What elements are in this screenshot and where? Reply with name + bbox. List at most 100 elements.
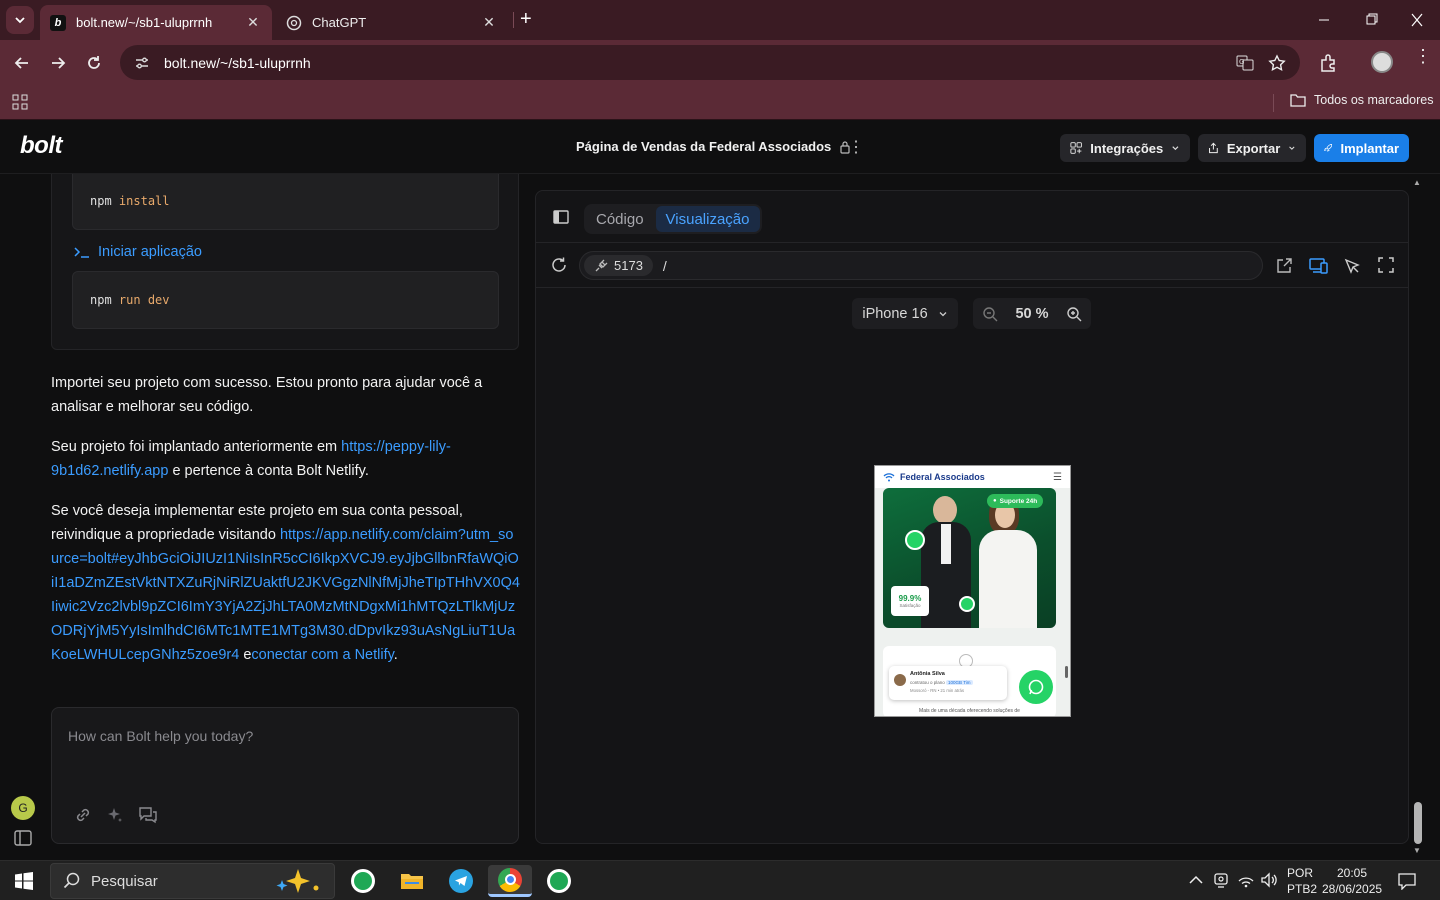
zoom-control: 50 %	[973, 298, 1091, 329]
bookmarks-divider	[1273, 94, 1274, 112]
start-app-label[interactable]: Iniciar aplicação	[74, 244, 202, 260]
bolt-header: bolt Página de Vendas da Federal Associa…	[0, 121, 1440, 174]
project-title[interactable]: Página de Vendas da Federal Associados	[576, 139, 851, 154]
all-bookmarks-button[interactable]: Todos os marcadores	[1290, 93, 1434, 107]
sidebar-toggle-icon[interactable]	[14, 830, 32, 846]
device-mode-icon[interactable]	[1309, 257, 1329, 275]
mini-testimonial-section: Antônia Silva contratou o plano 100GB Ti…	[883, 646, 1056, 716]
integrations-button[interactable]: Integrações	[1060, 134, 1190, 162]
tray-camera-icon[interactable]	[1213, 872, 1229, 890]
reload-icon[interactable]	[84, 53, 104, 73]
terminal-icon	[74, 247, 89, 258]
notifications-icon[interactable]	[1397, 872, 1417, 890]
device-select[interactable]: iPhone 16	[852, 298, 958, 329]
zoom-out-icon[interactable]	[982, 306, 998, 322]
page-scrollbar[interactable]: ▲ ▼	[1410, 174, 1426, 860]
taskbar-file-explorer-icon[interactable]	[390, 865, 434, 897]
chevron-down-icon	[1172, 146, 1179, 151]
assistant-message-2: Seu projeto foi implantado anteriormente…	[51, 439, 451, 479]
claim-link[interactable]: https://app.netlify.com/claim?utm_source…	[51, 527, 520, 663]
tray-wifi-icon[interactable]	[1237, 872, 1255, 888]
forward-icon[interactable]	[48, 53, 68, 73]
mini-header: Federal Associados ☰	[875, 466, 1070, 488]
preview-urlbar-row: 5173 /	[536, 243, 1408, 288]
tray-chevron-up-icon[interactable]	[1188, 873, 1204, 887]
browser-tab-chatgpt[interactable]: ChatGPT ✕	[276, 5, 508, 40]
whatsapp-icon	[959, 596, 975, 612]
chatgpt-favicon	[286, 15, 302, 31]
windows-taskbar: Pesquisar POR PTB2 20:05 28/06/2025	[0, 860, 1440, 900]
preview-url-input[interactable]: 5173 /	[579, 251, 1263, 280]
mini-brand: Federal Associados	[900, 472, 985, 482]
address-bar[interactable]: bolt.new/~/sb1-uluprrnh G	[120, 45, 1300, 80]
tab-code[interactable]: Código	[586, 206, 654, 232]
wifi-icon	[883, 473, 895, 482]
stat-card: 99.9% Satisfação	[891, 586, 929, 616]
taskbar-telegram-icon[interactable]	[439, 865, 483, 897]
maximize-button[interactable]	[1359, 10, 1383, 30]
browser-tab-bolt[interactable]: b bolt.new/~/sb1-uluprrnh ✕	[40, 5, 272, 40]
assistant-message-1: Importei seu projeto com sucesso. Estou …	[51, 375, 483, 415]
close-tab-icon[interactable]: ✕	[480, 14, 498, 32]
tab-search-button[interactable]	[6, 6, 34, 34]
tab-title: bolt.new/~/sb1-uluprrnh	[76, 15, 213, 30]
open-new-window-icon[interactable]	[1275, 257, 1293, 275]
preview-reload-icon[interactable]	[550, 256, 568, 274]
view-tabs: Código Visualização	[584, 204, 762, 234]
deploy-button[interactable]: Implantar	[1314, 134, 1409, 162]
fullscreen-icon[interactable]	[1378, 257, 1394, 273]
user-avatar[interactable]: G	[11, 796, 35, 820]
preview-panel: Código Visualização 5173 / iPhone 16 50 …	[535, 190, 1409, 844]
close-window-button[interactable]	[1405, 10, 1429, 30]
connect-netlify-link[interactable]: conectar com a Netlify	[251, 647, 393, 663]
windows-start-icon[interactable]	[14, 872, 34, 890]
minimize-button[interactable]	[1312, 10, 1336, 30]
prompt-input[interactable]: How can Bolt help you today?	[68, 728, 498, 744]
integrations-icon	[1070, 142, 1082, 154]
extensions-icon[interactable]	[1318, 53, 1338, 73]
zoom-in-icon[interactable]	[1066, 306, 1082, 322]
new-tab-icon[interactable]: +	[520, 8, 532, 31]
chevron-down-icon	[15, 17, 25, 24]
url-text[interactable]: bolt.new/~/sb1-uluprrnh	[164, 55, 311, 71]
tab-title: ChatGPT	[312, 15, 367, 30]
apps-grid-icon[interactable]	[12, 94, 28, 110]
export-button[interactable]: Exportar	[1198, 134, 1306, 162]
preview-path[interactable]: /	[663, 258, 667, 274]
inspector-icon[interactable]	[1343, 257, 1361, 275]
taskbar-search[interactable]: Pesquisar	[50, 863, 335, 899]
mini-scrollbar	[1065, 666, 1068, 678]
taskbar-chrome-icon[interactable]	[488, 865, 532, 897]
chat-panel: npm install Iniciar aplicação npm run de…	[0, 174, 535, 860]
project-menu-icon[interactable]: ⋮	[848, 137, 864, 157]
discuss-icon[interactable]	[138, 806, 158, 824]
browser-toolbar: bolt.new/~/sb1-uluprrnh G ⋮	[0, 40, 1440, 86]
command-block-install: npm install	[72, 174, 499, 230]
close-tab-icon[interactable]: ✕	[244, 14, 262, 32]
svg-text:G: G	[1239, 58, 1244, 66]
bookmark-star-icon[interactable]	[1268, 53, 1286, 72]
site-info-icon[interactable]	[134, 55, 150, 71]
input-language[interactable]: POR PTB2	[1287, 865, 1317, 897]
back-icon[interactable]	[12, 53, 32, 73]
translate-icon[interactable]: G	[1236, 54, 1254, 72]
port-chip[interactable]: 5173	[584, 255, 653, 276]
taskbar-whatsapp-icon[interactable]	[341, 865, 385, 897]
bolt-logo[interactable]: bolt	[20, 132, 62, 160]
copilot-sparkle-icon	[276, 869, 319, 893]
profile-avatar[interactable]	[1371, 51, 1393, 73]
chevron-down-icon	[1289, 146, 1295, 150]
plug-icon	[595, 259, 608, 271]
menu-kebab-icon[interactable]: ⋮	[1414, 47, 1432, 65]
tab-divider	[513, 12, 514, 28]
tab-preview[interactable]: Visualização	[655, 206, 760, 232]
command-block-run: npm run dev	[72, 271, 499, 329]
panel-toggle-icon[interactable]	[553, 210, 569, 224]
taskbar-whatsapp-icon-2[interactable]	[537, 865, 581, 897]
mini-menu-icon: ☰	[1053, 471, 1062, 483]
enhance-prompt-icon[interactable]	[106, 806, 124, 824]
attach-link-icon[interactable]	[74, 806, 92, 824]
clock[interactable]: 20:05 28/06/2025	[1322, 865, 1382, 897]
tray-volume-icon[interactable]	[1260, 872, 1278, 888]
phone-frame[interactable]: Federal Associados ☰ ● Suporte 24h 99.9% …	[874, 465, 1071, 717]
